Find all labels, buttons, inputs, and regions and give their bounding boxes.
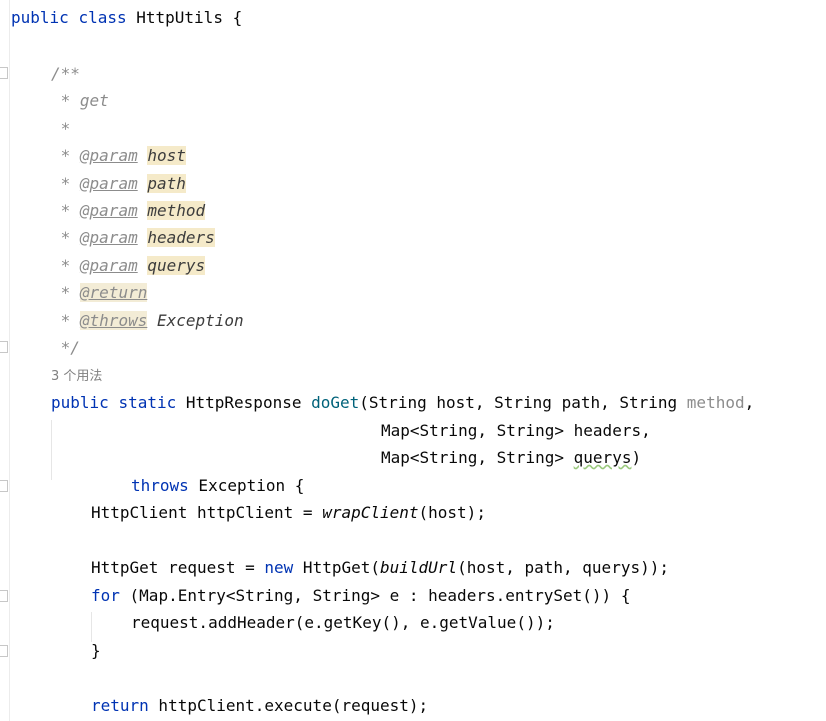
fold-marker-icon[interactable] <box>0 645 8 657</box>
doc-param-line[interactable]: * @param host <box>51 142 186 169</box>
comment-star: * <box>51 228 80 247</box>
code-line[interactable]: } <box>91 637 101 664</box>
editor-gutter <box>0 0 10 721</box>
javadoc-param-name: path <box>147 174 186 193</box>
code-text: (host, path, querys)); <box>457 558 669 577</box>
code-line-method-signature[interactable]: public static HttpResponse doGet(String … <box>51 389 754 416</box>
keyword: for <box>91 586 120 605</box>
code-text: (host); <box>418 503 486 522</box>
paren: ) <box>631 448 642 467</box>
code-text: (Map.Entry<String, String> e : headers.e… <box>119 586 631 605</box>
javadoc-tag: @param <box>79 146 138 165</box>
code-line-for[interactable]: for (Map.Entry<String, String> e : heade… <box>91 582 630 609</box>
code-line[interactable]: request.addHeader(e.getKey(), e.getValue… <box>131 609 555 636</box>
fold-marker-icon[interactable] <box>0 480 8 492</box>
comment-star: * <box>51 174 80 193</box>
brace: { <box>232 8 243 27</box>
static-call: buildUrl <box>380 558 458 577</box>
code-text: HttpGet request = <box>91 558 265 577</box>
comment-star: * <box>51 256 80 275</box>
doc-throws-line[interactable]: * @throws Exception <box>51 307 244 334</box>
doc-return-line[interactable]: * @return <box>51 279 148 306</box>
javadoc-tag: @param <box>79 174 138 193</box>
javadoc-param-name: method <box>147 201 206 220</box>
doc-param-line[interactable]: * @param path <box>51 170 186 197</box>
comment-text: */ <box>51 338 80 357</box>
doc-comment-close[interactable]: */ <box>51 334 80 361</box>
unused-param: method <box>686 393 745 412</box>
method-name: doGet <box>311 393 360 412</box>
doc-comment-open[interactable]: /** <box>51 60 80 87</box>
keyword: static <box>118 393 177 412</box>
javadoc-param-name: host <box>147 146 186 165</box>
code-line-class-decl[interactable]: public class HttpUtils { <box>11 4 242 31</box>
javadoc-tag: @param <box>79 256 138 275</box>
code-line-param-continuation[interactable]: Map<String, String> headers, <box>381 417 651 444</box>
keyword: public <box>51 393 109 412</box>
static-call: wrapClient <box>322 503 419 522</box>
code-line[interactable]: HttpClient httpClient = wrapClient(host)… <box>91 499 486 526</box>
javadoc-param-name: headers <box>147 228 215 247</box>
doc-param-line[interactable]: * @param querys <box>51 252 206 279</box>
params: Map<String, String> <box>381 448 574 467</box>
keyword: return <box>91 696 149 715</box>
code-text: HttpClient httpClient = <box>91 503 323 522</box>
param-warning: querys <box>573 448 632 467</box>
code-line[interactable]: HttpGet request = new HttpGet(buildUrl(h… <box>91 554 669 581</box>
params: (String host, String path, String <box>359 393 687 412</box>
keyword: class <box>78 8 127 27</box>
comment-star: * <box>51 311 80 330</box>
return-type: HttpResponse <box>185 393 312 412</box>
code-line-throws[interactable]: throws Exception { <box>131 472 304 499</box>
fold-marker-icon[interactable] <box>0 341 8 353</box>
comment-text: * <box>51 119 71 138</box>
fold-marker-icon[interactable] <box>0 67 8 79</box>
javadoc-tag: @param <box>79 201 138 220</box>
comment-star: * <box>51 146 80 165</box>
javadoc-param-name: querys <box>147 256 206 275</box>
code-text: HttpGet( <box>293 558 380 577</box>
doc-comment-line[interactable]: * get <box>51 87 109 114</box>
comment-text: /** <box>51 64 80 83</box>
keyword: throws <box>131 476 189 495</box>
javadoc-tag: @return <box>79 283 148 302</box>
code-line-return[interactable]: return httpClient.execute(request); <box>91 692 428 719</box>
keyword: new <box>264 558 294 577</box>
doc-comment-line[interactable]: * <box>51 115 71 142</box>
javadoc-tag: @throws <box>79 311 148 330</box>
usages-hint[interactable]: 3 个用法 <box>51 367 102 387</box>
keyword: public <box>11 8 69 27</box>
comment-text: * get <box>51 91 109 110</box>
javadoc-throws-type: Exception <box>156 311 244 330</box>
indent-guide <box>51 420 52 480</box>
code-line-param-continuation[interactable]: Map<String, String> querys) <box>381 444 641 471</box>
params: Map<String, String> headers, <box>381 421 651 440</box>
comment-star: * <box>51 201 80 220</box>
fold-marker-icon[interactable] <box>0 590 8 602</box>
doc-param-line[interactable]: * @param method <box>51 197 206 224</box>
class-name: HttpUtils <box>136 8 223 27</box>
javadoc-tag: @param <box>79 228 138 247</box>
code-text: request.addHeader(e.getKey(), e.getValue… <box>131 613 555 632</box>
comma: , <box>744 393 755 412</box>
code-text: httpClient.execute(request); <box>148 696 429 715</box>
doc-param-line[interactable]: * @param headers <box>51 224 215 251</box>
brace: } <box>91 641 101 660</box>
comment-star: * <box>51 283 80 302</box>
throws-clause: Exception { <box>188 476 305 495</box>
